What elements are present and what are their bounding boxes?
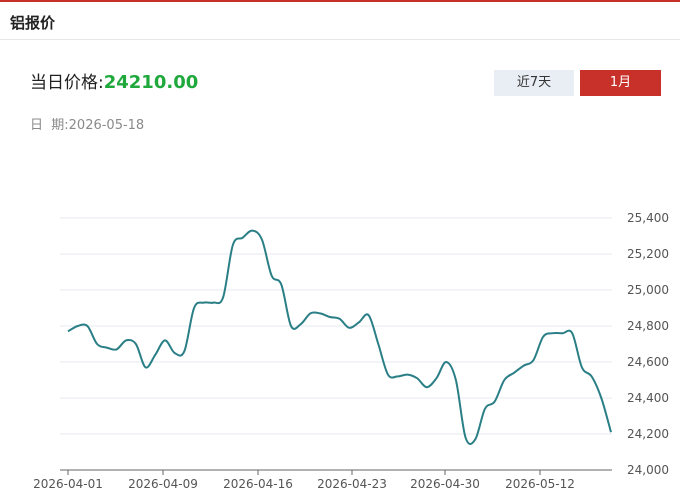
y-tick-label: 25,000 xyxy=(627,283,669,297)
y-tick-label: 24,800 xyxy=(627,319,669,333)
y-tick-label: 25,200 xyxy=(627,247,669,261)
price-line-chart: 24,000 24,200 24,400 24,600 24,800 25,000 25,2… xyxy=(33,211,669,491)
y-tick-label: 24,200 xyxy=(627,427,669,441)
y-tick-label: 24,400 xyxy=(627,391,669,405)
y-tick-label: 24,000 xyxy=(627,463,669,477)
x-tick-label: 2026-04-16 xyxy=(223,477,293,491)
x-tick-label: 2026-04-09 xyxy=(128,477,198,491)
x-tick-label: 2026-04-01 xyxy=(33,477,103,491)
x-tick-label: 2026-05-12 xyxy=(505,477,575,491)
x-tick-label: 2026-04-23 xyxy=(317,477,387,491)
x-tick-label: 2026-04-30 xyxy=(410,477,480,491)
y-tick-label: 24,600 xyxy=(627,355,669,369)
y-tick-label: 25,400 xyxy=(627,211,669,225)
series-line xyxy=(67,229,612,445)
